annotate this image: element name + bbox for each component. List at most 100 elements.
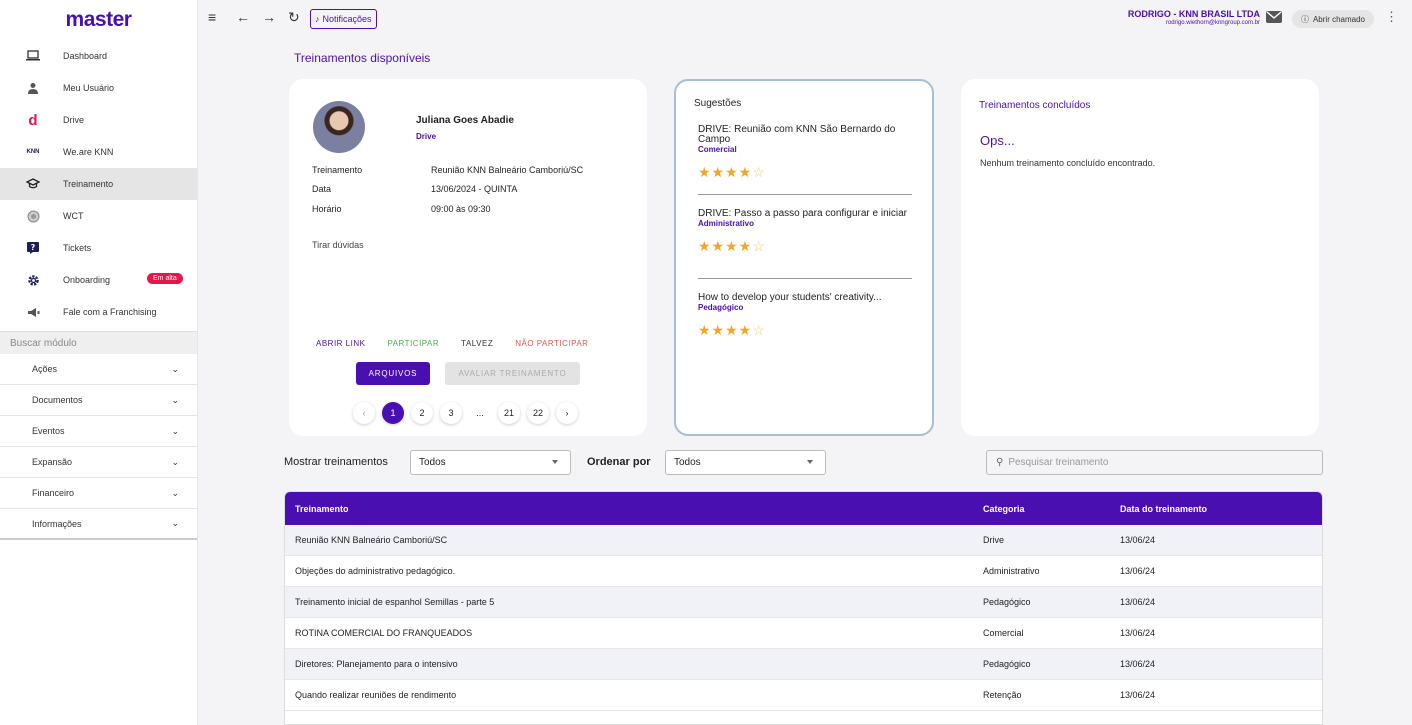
notifications-button[interactable]: ♪ Notificações [310,9,377,29]
avatar [313,101,365,153]
page-button[interactable]: 3 [440,402,462,424]
column-header-category[interactable]: Categoria [983,504,1120,514]
suggestion-item[interactable]: DRIVE: Passo a passo para configurar e i… [698,209,912,255]
sidebar-item-we-are-knn[interactable]: KNN We.are KNN [0,136,197,168]
suggestion-item[interactable]: How to develop your students' creativity… [698,293,912,339]
sidebar-item-treinamento[interactable]: Treinamento [0,168,197,200]
open-link-button[interactable]: ABRIR LINK [316,339,365,348]
user-email: rodrigo.wiethorn@knngroup.com.br [1165,20,1260,26]
star-rating: ★★★★☆ [698,164,766,180]
search-training-input[interactable]: ⚲ Pesquisar treinamento [986,450,1323,475]
column-header-name[interactable]: Treinamento [285,504,983,514]
select-value: Todos [419,457,446,468]
user-info[interactable]: RODRIGO - KNN BRASIL LTDA rodrigo.wietho… [1128,9,1260,26]
svg-text:?: ? [31,243,36,252]
cell-category: Drive [983,535,1005,545]
accordion-eventos[interactable]: Eventos ⌄ [0,416,197,447]
table-row[interactable]: ROTINA COMERCIAL DO FRANQUEADOS Comercia… [285,618,1322,649]
accordion-expansao[interactable]: Expansão ⌄ [0,447,197,478]
cell-name: Reunião KNN Balneário Camboriú/SC [295,535,448,545]
gear-icon [26,273,40,287]
divider [698,278,912,279]
suggestion-category: Administrativo [698,219,755,228]
order-by-select[interactable]: Todos [665,450,826,475]
caret-down-icon [552,460,558,464]
info-value: 13/06/2024 - QUINTA [431,184,518,194]
table-row[interactable]: Reunião KNN Balneário Camboriú/SC Drive … [285,525,1322,556]
accordion-label: Documentos [32,395,83,405]
top-bar: ≡ ← → ↻ ♪ Notificações RODRIGO - KNN BRA… [198,0,1412,40]
suggestion-item[interactable]: DRIVE: Reunião com KNN São Bernardo do C… [698,125,912,181]
sidebar-item-fale-franchising[interactable]: Fale com a Franchising [0,296,197,328]
suggestion-category: Comercial [698,145,737,154]
back-icon[interactable]: ← [236,9,250,25]
cell-name: Diretores: Planejamento para o intensivo [295,659,458,669]
accordion-financeiro[interactable]: Financeiro ⌄ [0,478,197,509]
sidebar-item-wct[interactable]: WCT [0,200,197,232]
table-row[interactable]: Quando realizar reuniões de rendimento R… [285,680,1322,711]
cell-date: 13/06/24 [1120,566,1156,576]
graduation-icon [26,177,40,191]
megaphone-icon [26,305,40,319]
menu-icon[interactable]: ≡ [208,9,216,25]
rsvp-actions: ABRIR LINK PARTICIPAR TALVEZ NÃO PARTICI… [316,339,610,348]
completed-trainings-card: Treinamentos concluídos Ops... Nenhum tr… [961,79,1319,436]
page-button[interactable]: 2 [411,402,433,424]
caret-down-icon [807,460,813,464]
accordion-label: Expansão [32,457,73,467]
cell-category: Retenção [983,690,1022,700]
show-trainings-select[interactable]: Todos [410,450,571,475]
open-ticket-button[interactable]: ⓘ Abrir chamado [1291,10,1374,28]
refresh-icon[interactable]: ↻ [288,9,300,26]
training-card: Juliana Goes Abadie Drive Treinamento Re… [289,79,647,436]
order-by-label: Ordenar por [587,456,651,468]
accordion-documentos[interactable]: Documentos ⌄ [0,385,197,416]
cell-category: Comercial [983,628,1024,638]
module-search-input[interactable]: Buscar módulo [0,331,197,354]
accordion-label: Eventos [32,426,65,436]
decline-button[interactable]: NÃO PARTICIPAR [515,339,588,348]
sidebar-item-label: Tickets [63,243,92,253]
sidebar-item-meu-usuario[interactable]: Meu Usuário [0,72,197,104]
star-rating: ★★★★☆ [698,322,766,338]
page-button[interactable]: 21 [498,402,520,424]
table-row[interactable]: Diretores: Planejamento para o intensivo… [285,649,1322,680]
suggestion-name: DRIVE: Reunião com KNN São Bernardo do C… [698,124,896,145]
user-name: RODRIGO - KNN BRASIL LTDA [1127,9,1260,19]
mail-icon[interactable] [1266,11,1282,23]
brand-logo[interactable]: master [0,0,197,40]
accordion-acoes[interactable]: Ações ⌄ [0,354,197,385]
accordion-informacoes[interactable]: Informações ⌄ [0,509,197,540]
next-page-button[interactable]: › [556,402,578,424]
sidebar-item-dashboard[interactable]: Dashboard [0,40,197,72]
more-vert-icon[interactable]: ⋮ [1385,9,1398,25]
sidebar-item-onboarding[interactable]: Onboarding Em alta [0,264,197,296]
ticket-icon: ? [26,241,40,255]
chevron-down-icon: ⌄ [171,487,179,498]
sidebar: master Dashboard Meu Usuário d Drive KNN… [0,0,198,725]
divider [698,194,912,195]
knn-icon: KNN [26,149,40,155]
participate-button[interactable]: PARTICIPAR [387,339,439,348]
empty-state-heading: Ops... [980,133,1015,148]
info-value: 09:00 às 09:30 [431,204,491,214]
cell-date: 13/06/24 [1120,597,1156,607]
table-row[interactable]: Objeções do administrativo pedagógico. A… [285,556,1322,587]
table-row[interactable]: Treinamento inicial de espanhol Semillas… [285,587,1322,618]
page-button[interactable]: 22 [527,402,549,424]
page-button[interactable]: 1 [382,402,404,424]
info-row-treinamento: Treinamento Reunião KNN Balneário Cambor… [312,165,583,175]
forward-icon[interactable]: → [262,9,276,25]
accordion-label: Informações [32,518,82,529]
info-row-data: Data 13/06/2024 - QUINTA [312,184,517,194]
sidebar-item-drive[interactable]: d Drive [0,104,197,136]
maybe-button[interactable]: TALVEZ [461,339,493,348]
rate-training-button[interactable]: AVALIAR TREINAMENTO [445,362,580,385]
files-button[interactable]: ARQUIVOS [356,362,430,385]
prev-page-button[interactable]: ‹ [353,402,375,424]
cell-date: 13/06/24 [1120,690,1156,700]
sidebar-item-tickets[interactable]: ? Tickets [0,232,197,264]
instructor-category: Drive [416,132,437,141]
column-header-date[interactable]: Data do treinamento [1120,504,1320,514]
info-row-horario: Horário 09:00 às 09:30 [312,204,491,214]
